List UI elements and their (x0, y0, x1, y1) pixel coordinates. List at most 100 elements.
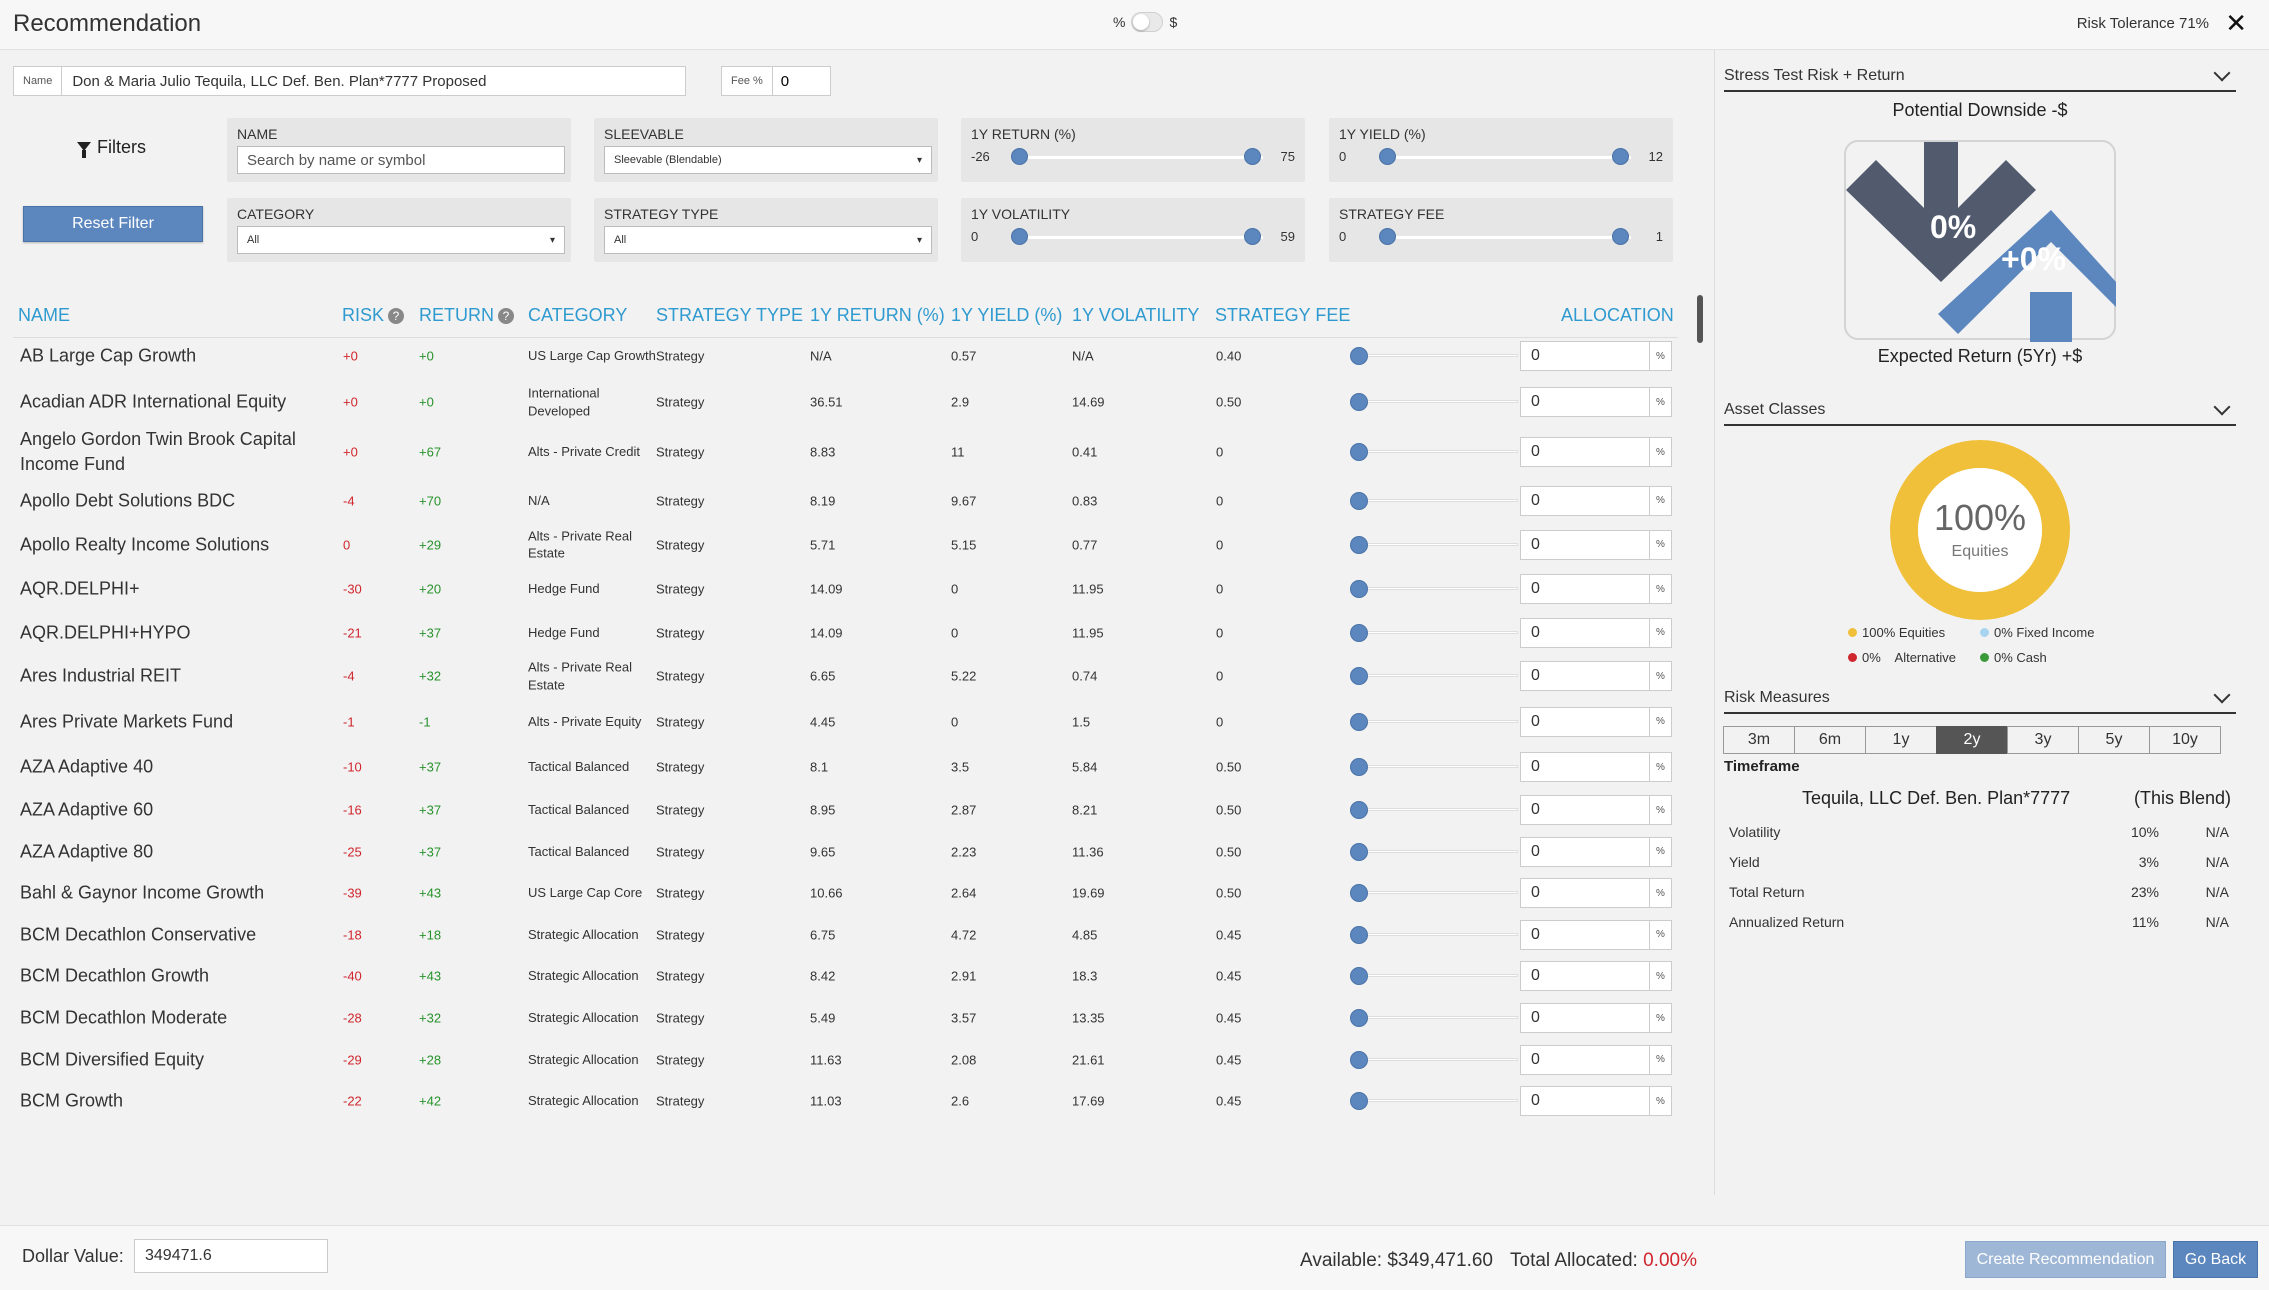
stress-test-header[interactable]: Stress Test Risk + Return (1724, 62, 2236, 92)
reset-filter-button[interactable]: Reset Filter (23, 206, 203, 242)
slider-handle[interactable] (1350, 347, 1368, 365)
sleevable-select[interactable]: Sleevable (Blendable) ▾ (604, 146, 932, 174)
fee-min-handle[interactable] (1379, 228, 1396, 245)
name-input[interactable] (62, 66, 687, 96)
search-input[interactable] (237, 146, 565, 174)
allocation-slider[interactable] (1350, 801, 1518, 819)
slider-handle[interactable] (1350, 1050, 1368, 1069)
allocation-input[interactable] (1520, 485, 1650, 516)
col-category-header[interactable]: CATEGORY (528, 305, 627, 326)
slider-handle[interactable] (1350, 1009, 1368, 1027)
col-allocation-header[interactable]: ALLOCATION (1561, 305, 1674, 326)
slider-handle[interactable] (1350, 758, 1368, 777)
risk-measures-header[interactable]: Risk Measures (1724, 684, 2236, 714)
timeframe-10y-button[interactable]: 10y (2149, 726, 2221, 754)
volatility-min-handle[interactable] (1011, 228, 1028, 245)
slider-handle[interactable] (1350, 393, 1368, 412)
fee-max-handle[interactable] (1612, 228, 1629, 245)
timeframe-5y-button[interactable]: 5y (2078, 726, 2150, 754)
allocation-input[interactable] (1520, 661, 1650, 692)
allocation-slider[interactable] (1350, 758, 1518, 777)
allocation-input[interactable] (1520, 341, 1650, 371)
allocation-input[interactable] (1520, 529, 1650, 560)
category-select[interactable]: All ▾ (237, 226, 565, 254)
slider-handle[interactable] (1350, 842, 1368, 861)
strategy-type-select[interactable]: All ▾ (604, 226, 932, 254)
table-scrollbar[interactable] (1697, 295, 1703, 343)
slider-handle[interactable] (1350, 443, 1368, 462)
volatility-max-handle[interactable] (1244, 228, 1261, 245)
allocation-slider[interactable] (1350, 842, 1518, 861)
allocation-slider[interactable] (1350, 443, 1518, 462)
col-yield-1y-header[interactable]: 1Y YIELD (%) (951, 305, 1062, 326)
allocation-input[interactable] (1520, 574, 1650, 604)
slider-handle[interactable] (1350, 491, 1368, 510)
slider-handle[interactable] (1350, 623, 1368, 642)
filters-toggle[interactable]: Filters (77, 137, 146, 158)
downside-pct: 0% (1930, 209, 1976, 245)
allocation-input[interactable] (1520, 1003, 1650, 1033)
allocation-input[interactable] (1520, 878, 1650, 909)
slider-handle[interactable] (1350, 801, 1368, 819)
close-icon[interactable]: ✕ (2225, 8, 2247, 39)
allocation-input[interactable] (1520, 1086, 1650, 1117)
allocation-slider[interactable] (1350, 1009, 1518, 1027)
allocation-slider[interactable] (1350, 967, 1518, 986)
col-risk-header[interactable]: RISK? (342, 305, 405, 326)
allocation-input[interactable] (1520, 387, 1650, 418)
toggle-switch[interactable] (1131, 12, 1164, 32)
slider-handle[interactable] (1350, 712, 1368, 731)
help-icon[interactable]: ? (498, 307, 514, 324)
col-volatility-header[interactable]: 1Y VOLATILITY (1072, 305, 1199, 326)
timeframe-1y-button[interactable]: 1y (1865, 726, 1937, 754)
allocation-slider[interactable] (1350, 347, 1518, 365)
slider-handle[interactable] (1350, 535, 1368, 554)
dollar-value-input[interactable] (134, 1239, 328, 1273)
asset-classes-header[interactable]: Asset Classes (1724, 396, 2236, 426)
allocation-slider[interactable] (1350, 1050, 1518, 1069)
allocation-slider[interactable] (1350, 667, 1518, 686)
go-back-button[interactable]: Go Back (2173, 1241, 2258, 1278)
slider-handle[interactable] (1350, 884, 1368, 903)
allocation-slider[interactable] (1350, 393, 1518, 412)
col-strategy-type-header[interactable]: STRATEGY TYPE (656, 305, 803, 326)
allocation-input[interactable] (1520, 706, 1650, 737)
return-max-handle[interactable] (1244, 148, 1261, 165)
timeframe-3y-button[interactable]: 3y (2007, 726, 2079, 754)
allocation-input[interactable] (1520, 919, 1650, 950)
allocation-slider[interactable] (1350, 1092, 1518, 1111)
slider-handle[interactable] (1350, 967, 1368, 986)
create-recommendation-button[interactable]: Create Recommendation (1965, 1241, 2166, 1278)
allocation-input[interactable] (1520, 437, 1650, 468)
col-return-1y-header[interactable]: 1Y RETURN (%) (810, 305, 945, 326)
col-return-header[interactable]: RETURN? (419, 305, 514, 326)
slider-handle[interactable] (1350, 580, 1368, 598)
allocation-input[interactable] (1520, 795, 1650, 825)
fee-input[interactable] (772, 66, 831, 96)
col-name-header[interactable]: NAME (18, 305, 70, 326)
return-min-handle[interactable] (1011, 148, 1028, 165)
allocation-slider[interactable] (1350, 925, 1518, 944)
col-fee-header[interactable]: STRATEGY FEE (1215, 305, 1350, 326)
allocation-input[interactable] (1520, 752, 1650, 783)
allocation-input[interactable] (1520, 961, 1650, 992)
timeframe-3m-button[interactable]: 3m (1723, 726, 1795, 754)
timeframe-2y-button[interactable]: 2y (1936, 726, 2008, 754)
allocation-input[interactable] (1520, 1044, 1650, 1075)
allocation-slider[interactable] (1350, 491, 1518, 510)
yield-min-handle[interactable] (1379, 148, 1396, 165)
timeframe-6m-button[interactable]: 6m (1794, 726, 1866, 754)
allocation-slider[interactable] (1350, 623, 1518, 642)
allocation-slider[interactable] (1350, 884, 1518, 903)
allocation-slider[interactable] (1350, 535, 1518, 554)
slider-handle[interactable] (1350, 1092, 1368, 1111)
slider-handle[interactable] (1350, 925, 1368, 944)
yield-max-handle[interactable] (1612, 148, 1629, 165)
allocation-slider[interactable] (1350, 580, 1518, 598)
allocation-slider[interactable] (1350, 712, 1518, 731)
percent-dollar-toggle[interactable]: % $ (1113, 12, 1177, 32)
allocation-input[interactable] (1520, 617, 1650, 648)
allocation-input[interactable] (1520, 836, 1650, 867)
slider-handle[interactable] (1350, 667, 1368, 686)
help-icon[interactable]: ? (388, 307, 405, 324)
